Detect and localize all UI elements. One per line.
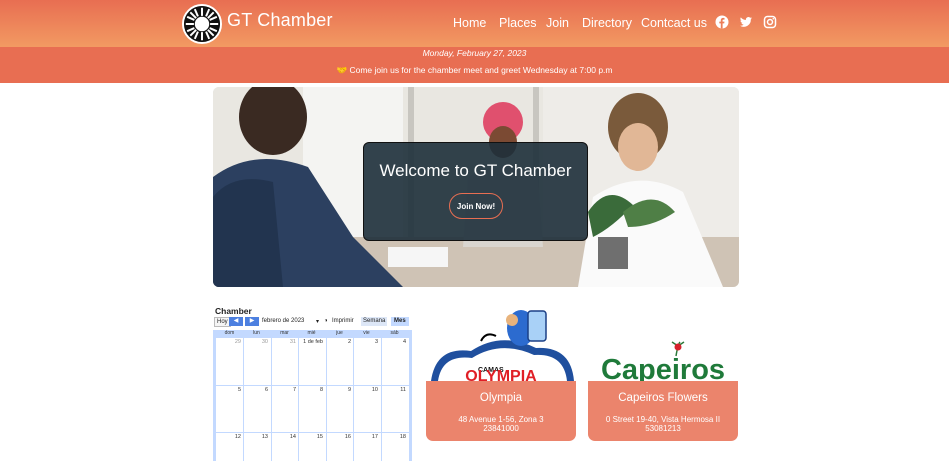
calendar-day[interactable]: 31 (272, 339, 296, 345)
calendar-day[interactable]: 7 (272, 387, 296, 393)
nav-contact[interactable]: Contcact us (641, 16, 707, 30)
calendar-day[interactable]: 10 (354, 387, 378, 393)
calendar-day[interactable]: 30 (244, 339, 268, 345)
calendar-weekday-header: dom lun mar mié jue vie sáb (216, 330, 409, 338)
calendar-day[interactable]: 14 (272, 434, 296, 440)
calendar-day[interactable]: 1 de feb (299, 339, 323, 345)
business-name: Olympia (479, 392, 523, 404)
announcement-banner: Monday, February 27, 2023 🤝 Come join us… (0, 47, 949, 83)
facebook-icon[interactable] (715, 15, 729, 29)
weekday-label: mar (280, 330, 289, 336)
calendar-day[interactable]: 6 (244, 387, 268, 393)
calendar-day[interactable]: 29 (217, 339, 241, 345)
month-label: febrero de 2023 (262, 318, 305, 324)
calendar-day[interactable]: 2 (327, 339, 351, 345)
join-now-button[interactable]: Join Now! (449, 193, 503, 219)
business-address: 0 Street 19-40, Vista Hermosa II (605, 415, 721, 424)
business-card-olympia[interactable]: CAMAS OLYMPIA Olympia 48 Avenue 1-56, Zo… (426, 306, 576, 441)
calendar-day[interactable]: 9 (327, 387, 351, 393)
calendar-day[interactable]: 8 (299, 387, 323, 393)
business-phone: 53081213 (645, 424, 681, 433)
svg-text:OLYMPIA: OLYMPIA (465, 368, 537, 381)
announcement-message: 🤝 Come join us for the chamber meet and … (0, 65, 949, 76)
hero-section: Welcome to GT Chamber Join Now! (213, 87, 739, 287)
tab-month[interactable]: Mes (391, 317, 409, 326)
twitter-icon[interactable] (739, 15, 753, 29)
calendar-day[interactable]: 18 (382, 434, 406, 440)
weekday-label: jue (336, 330, 343, 336)
calendar-day[interactable]: 3 (354, 339, 378, 345)
calendar-day[interactable]: 11 (382, 387, 406, 393)
site-header: GT Chamber Home Places Join Directory Co… (0, 0, 949, 47)
calendar-day[interactable]: 15 (299, 434, 323, 440)
business-card-capeiros[interactable]: Capeiros Capeiros Flowers 0 Street 19-40… (588, 306, 738, 441)
nav-directory[interactable]: Directory (582, 16, 632, 30)
capeiros-logo: Capeiros (588, 306, 738, 381)
weekday-label: dom (224, 330, 235, 336)
calendar-day[interactable]: 16 (327, 434, 351, 440)
nav-places[interactable]: Places (499, 16, 537, 30)
weekday-label: vie (363, 330, 370, 336)
weekday-label: lun (253, 330, 260, 336)
svg-text:Capeiros: Capeiros (601, 354, 725, 381)
weekday-label: sáb (390, 330, 399, 336)
chevron-down-icon[interactable]: ▾ (316, 318, 319, 325)
nav-join[interactable]: Join (546, 16, 569, 30)
business-name: Capeiros Flowers (618, 392, 708, 404)
tab-week[interactable]: Semana (361, 317, 388, 326)
chamber-logo[interactable] (182, 4, 222, 44)
weekday-label: mié (307, 330, 316, 336)
business-info: Olympia 48 Avenue 1-56, Zona 3 23841000 (426, 381, 576, 441)
instagram-icon[interactable] (763, 15, 777, 29)
calendar-widget: Chamber Hoy ◀ ▶ febrero de 2023 ▾ ◑ Impr… (213, 305, 413, 461)
nav-home[interactable]: Home (453, 16, 486, 30)
hero-welcome-card: Welcome to GT Chamber Join Now! (363, 142, 588, 241)
announcement-text: Come join us for the chamber meet and gr… (349, 65, 613, 75)
calendar-title: Chamber (215, 306, 252, 316)
calendar-day[interactable]: 4 (382, 339, 406, 345)
calendar-day[interactable]: 5 (217, 387, 241, 393)
calendar-grid: dom lun mar mié jue vie sáb 29 30 31 1 d… (213, 330, 412, 461)
business-phone: 23841000 (483, 424, 519, 433)
logo-emblem-icon (184, 6, 220, 42)
business-address: 48 Avenue 1-56, Zona 3 (458, 415, 544, 424)
current-date: Monday, February 27, 2023 (422, 48, 527, 58)
chevron-left-icon[interactable]: ◀ (229, 317, 243, 326)
calendar-day[interactable]: 17 (354, 434, 378, 440)
handshake-icon: 🤝 (336, 65, 348, 75)
olympia-logo: CAMAS OLYMPIA (426, 306, 576, 381)
business-info: Capeiros Flowers 0 Street 19-40, Vista H… (588, 381, 738, 441)
brand-name[interactable]: GT Chamber (227, 10, 333, 31)
calendar-toolbar: Hoy ◀ ▶ febrero de 2023 ▾ ◑ Imprimir Sem… (213, 317, 413, 327)
print-link[interactable]: Imprimir (332, 318, 354, 324)
calendar-day[interactable]: 12 (217, 434, 241, 440)
chevron-right-icon[interactable]: ▶ (245, 317, 259, 326)
calendar-day[interactable]: 13 (244, 434, 268, 440)
print-icon[interactable]: ◑ (324, 318, 328, 324)
hero-title: Welcome to GT Chamber (379, 161, 572, 180)
